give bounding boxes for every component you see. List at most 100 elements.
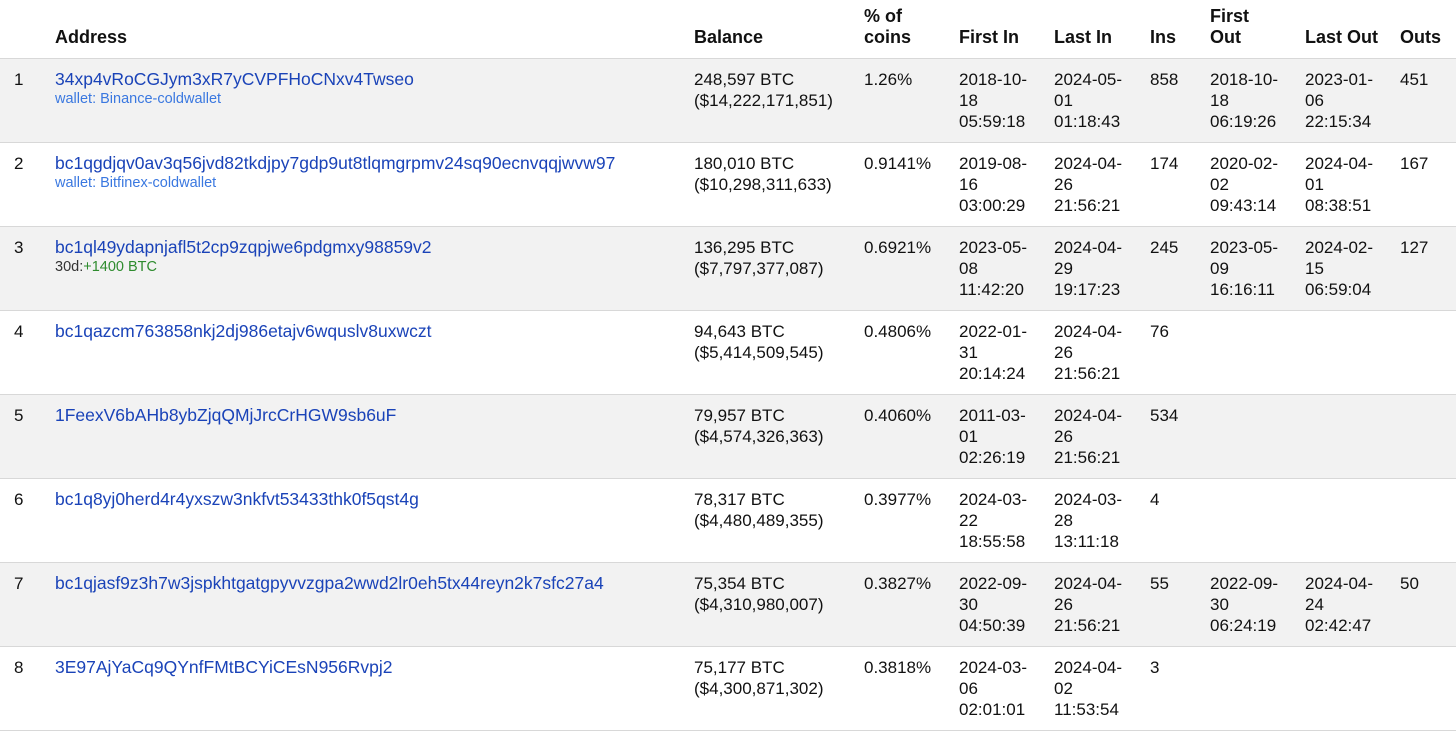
last-in-day: 26 — [1054, 595, 1073, 614]
rich-list-table: Address Balance % of coins First In Last… — [0, 0, 1456, 731]
outs-cell — [1390, 646, 1456, 731]
first-in-time: 02:01:01 — [959, 700, 1026, 719]
outs-cell — [1390, 478, 1456, 563]
balance-cell: 180,010 BTC ($10,298,311,633) — [684, 142, 854, 227]
balance-btc: 94,643 BTC — [694, 322, 785, 341]
last-out-time: 22:15:34 — [1305, 112, 1372, 131]
rank-cell: 1 — [0, 58, 45, 143]
first-in-cell: 2019-08- 16 03:00:29 — [949, 142, 1044, 227]
percent-cell: 0.4806% — [854, 310, 949, 395]
first-out-time: 06:24:19 — [1210, 616, 1277, 635]
address-link[interactable]: 34xp4vRoCGJym3xR7yCVPFHoCNxv4Twseo — [55, 69, 676, 90]
first-out-cell: 2020-02- 02 09:43:14 — [1200, 142, 1295, 227]
rank-cell: 2 — [0, 142, 45, 227]
last-out-cell: 2024-04- 01 08:38:51 — [1295, 142, 1390, 227]
first-in-date: 2022-09- — [959, 574, 1028, 593]
outs-value: 451 — [1400, 70, 1429, 89]
header-pct-line2: coins — [864, 27, 912, 47]
last-in-cell: 2024-04- 26 21:56:21 — [1044, 394, 1140, 479]
header-last-out[interactable]: Last Out — [1295, 0, 1390, 59]
percent-cell: 0.3977% — [854, 478, 949, 563]
first-in-cell: 2018-10- 18 05:59:18 — [949, 58, 1044, 143]
ins-value: 858 — [1150, 70, 1179, 89]
percent-cell: 0.6921% — [854, 226, 949, 311]
first-in-day: 16 — [959, 175, 978, 194]
first-in-day: 22 — [959, 511, 978, 530]
wallet-link[interactable]: Bitfinex-coldwallet — [100, 175, 216, 191]
balance-btc: 75,354 BTC — [694, 574, 785, 593]
balance-usd: ($10,298,311,633) — [694, 175, 832, 194]
address-cell: 34xp4vRoCGJym3xR7yCVPFHoCNxv4Twseo walle… — [45, 58, 684, 143]
last-in-date: 2024-04- — [1054, 322, 1123, 341]
header-last-in[interactable]: Last In — [1044, 0, 1140, 59]
balance-btc: 248,597 BTC — [694, 70, 795, 89]
wallet-link[interactable]: Binance-coldwallet — [100, 91, 221, 107]
ins-value: 4 — [1150, 490, 1160, 509]
last-in-time: 21:56:21 — [1054, 616, 1121, 635]
first-in-cell: 2024-03- 06 02:01:01 — [949, 646, 1044, 731]
first-in-cell: 2022-09- 30 04:50:39 — [949, 562, 1044, 647]
address-link[interactable]: bc1qazcm763858nkj2dj986etajv6wquslv8uxwc… — [55, 321, 676, 342]
first-out-cell: 2018-10- 18 06:19:26 — [1200, 58, 1295, 143]
first-in-time: 03:00:29 — [959, 196, 1026, 215]
last-in-time: 01:18:43 — [1054, 112, 1121, 131]
header-pct-line1: % of — [864, 6, 902, 26]
address-cell: bc1q8yj0herd4r4yxszw3nkfvt53433thk0f5qst… — [45, 478, 684, 563]
address-link[interactable]: bc1q8yj0herd4r4yxszw3nkfvt53433thk0f5qst… — [55, 489, 676, 510]
outs-cell: 50 — [1390, 562, 1456, 647]
first-in-day: 01 — [959, 427, 978, 446]
first-in-cell: 2022-01- 31 20:14:24 — [949, 310, 1044, 395]
rank-value: 8 — [14, 658, 24, 677]
address-link[interactable]: 1FeexV6bAHb8ybZjqQMjJrcCrHGW9sb6uF — [55, 405, 676, 426]
balance-cell: 75,354 BTC ($4,310,980,007) — [684, 562, 854, 647]
percent-cell: 0.4060% — [854, 394, 949, 479]
first-in-time: 11:42:20 — [959, 280, 1024, 299]
rank-value: 1 — [14, 70, 24, 89]
last-out-cell — [1295, 310, 1390, 395]
last-in-day: 26 — [1054, 427, 1073, 446]
ins-cell: 76 — [1140, 310, 1200, 395]
address-link[interactable]: bc1ql49ydapnjafl5t2cp9zqpjwe6pdgmxy98859… — [55, 237, 676, 258]
last-in-day: 26 — [1054, 343, 1073, 362]
ins-cell: 245 — [1140, 226, 1200, 311]
last-out-cell — [1295, 646, 1390, 731]
header-address[interactable]: Address — [45, 0, 684, 59]
address-link[interactable]: 3E97AjYaCq9QYnfFMtBCYiCEsN956Rvpj2 — [55, 657, 676, 678]
last-out-cell: 2024-04- 24 02:42:47 — [1295, 562, 1390, 647]
last-in-cell: 2024-04- 02 11:53:54 — [1044, 646, 1140, 731]
first-in-date: 2022-01- — [959, 322, 1028, 341]
last-in-date: 2024-04- — [1054, 574, 1123, 593]
first-in-day: 06 — [959, 679, 978, 698]
header-first-out[interactable]: First Out — [1200, 0, 1295, 59]
outs-value: 167 — [1400, 154, 1429, 173]
last-out-date: 2024-04- — [1305, 574, 1374, 593]
first-in-date: 2011-03- — [959, 406, 1026, 425]
address-cell: 1FeexV6bAHb8ybZjqQMjJrcCrHGW9sb6uF — [45, 394, 684, 479]
percent-value: 0.9141% — [864, 154, 932, 173]
outs-cell — [1390, 310, 1456, 395]
percent-cell: 0.3818% — [854, 646, 949, 731]
header-balance[interactable]: Balance — [684, 0, 854, 59]
rank-value: 5 — [14, 406, 24, 425]
balance-cell: 248,597 BTC ($14,222,171,851) — [684, 58, 854, 143]
address-link[interactable]: bc1qgdjqv0av3q56jvd82tkdjpy7gdp9ut8tlqmg… — [55, 153, 676, 174]
first-out-cell: 2023-05- 09 16:16:11 — [1200, 226, 1295, 311]
last-in-time: 13:11:18 — [1054, 532, 1119, 551]
balance-cell: 94,643 BTC ($5,414,509,545) — [684, 310, 854, 395]
table-row: 3 bc1ql49ydapnjafl5t2cp9zqpjwe6pdgmxy988… — [0, 226, 1456, 311]
header-percent-of-coins[interactable]: % of coins — [854, 0, 949, 59]
header-ins[interactable]: Ins — [1140, 0, 1200, 59]
header-outs[interactable]: Outs — [1390, 0, 1456, 59]
header-first-in[interactable]: First In — [949, 0, 1044, 59]
outs-value: 50 — [1400, 574, 1419, 593]
last-in-day: 02 — [1054, 679, 1073, 698]
outs-cell — [1390, 394, 1456, 479]
address-link[interactable]: bc1qjasf9z3h7w3jspkhtgatgpyvvzgpa2wwd2lr… — [55, 573, 676, 594]
first-in-date: 2018-10- — [959, 70, 1028, 89]
last-out-date: 2024-02- — [1305, 238, 1374, 257]
wallet-tag: wallet: Bitfinex-coldwallet — [55, 174, 676, 192]
ins-cell: 174 — [1140, 142, 1200, 227]
last-in-time: 11:53:54 — [1054, 700, 1119, 719]
first-in-time: 05:59:18 — [959, 112, 1026, 131]
last-in-day: 28 — [1054, 511, 1073, 530]
